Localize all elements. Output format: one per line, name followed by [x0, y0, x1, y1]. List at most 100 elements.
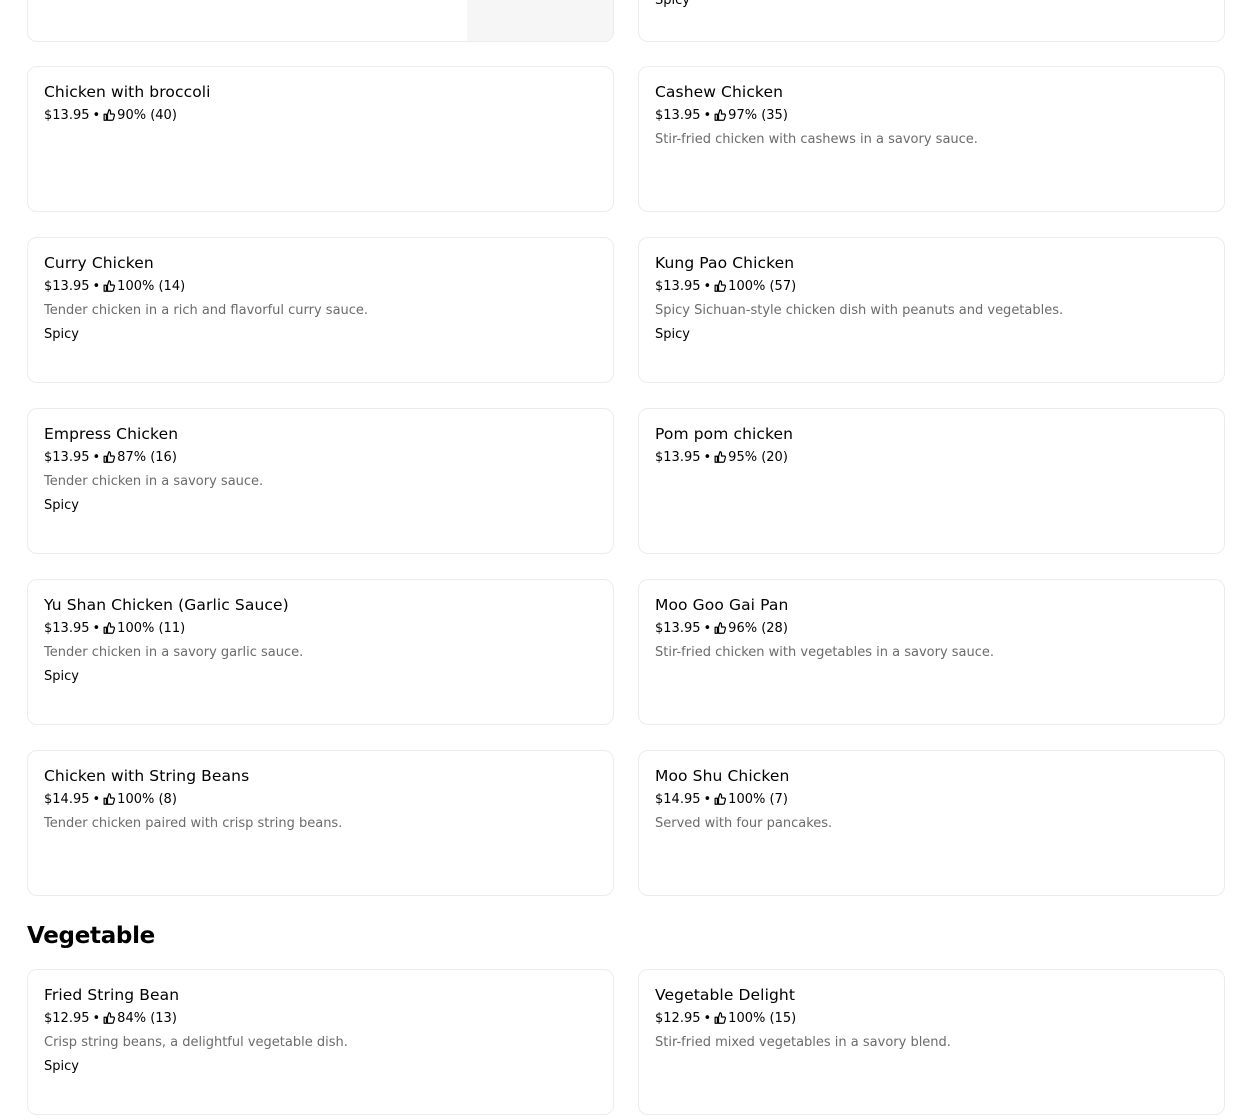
item-rating: 84% (13): [117, 1011, 177, 1026]
item-description: Crisp string beans, a delightful vegetab…: [44, 1035, 348, 1050]
item-price: $13.95: [655, 108, 701, 123]
item-meta: $12.95 • 84% (13): [44, 1011, 597, 1026]
item-price: $13.95: [655, 621, 701, 636]
item-name: Chicken with String Beans: [44, 767, 250, 785]
separator-dot: •: [703, 279, 712, 294]
thumbs-up-icon: [103, 108, 116, 121]
item-description: Stir-fried chicken with cashews in a sav…: [655, 132, 978, 147]
menu-item-body: Moo Shu Chicken $14.95 • 100% (7) Served wit…: [655, 767, 1208, 831]
menu-item-body: Fried String Bean $12.95 • 84% (13) Crisp st…: [44, 986, 597, 1074]
menu-item-body: Chicken with broccoli $13.95 • 90% (40): [44, 83, 597, 123]
item-rating: 100% (11): [117, 621, 186, 636]
menu-item-body: Cashew Chicken $13.95 • 97% (35) Stir-fried …: [655, 83, 1208, 147]
item-price: $12.95: [44, 1011, 90, 1026]
item-name: Vegetable Delight: [655, 986, 796, 1004]
menu-item-card[interactable]: Yu Shan Chicken (Garlic Sauce) $13.95 • 100…: [27, 579, 614, 725]
item-price: $13.95: [655, 279, 701, 294]
item-rating: 100% (14): [117, 279, 186, 294]
item-rating: 100% (15): [728, 1011, 797, 1026]
item-meta: $13.95 • 97% (35): [655, 108, 1208, 123]
section-heading-vegetable: Vegetable: [27, 923, 155, 949]
menu-item-body: Empress Chicken $13.95 • 87% (16) Tender chi…: [44, 425, 597, 513]
menu-item-card[interactable]: Curry Chicken $13.95 • 100% (14) Tender chic…: [27, 237, 614, 383]
item-price: $12.95: [655, 1011, 701, 1026]
thumbs-up-icon: [714, 450, 727, 463]
item-meta: $13.95 • 90% (40): [44, 108, 597, 123]
menu-item-card[interactable]: Kung Pao Chicken $13.95 • 100% (57) Spicy Si…: [638, 237, 1225, 383]
item-name: Fried String Bean: [44, 986, 180, 1004]
item-description: Tender chicken in a savory sauce.: [44, 474, 264, 489]
item-rating: 96% (28): [728, 621, 788, 636]
item-rating: 90% (40): [117, 108, 177, 123]
item-meta: $13.95 • 87% (16): [44, 450, 597, 465]
item-tag: Spicy: [655, 327, 690, 342]
menu-item-card[interactable]: Chicken with broccoli $13.95 • 90% (40): [27, 66, 614, 212]
item-tag: Spicy: [44, 669, 79, 684]
item-name: Pom pom chicken: [655, 425, 794, 443]
menu-item-card-partial-left[interactable]: [27, 0, 614, 42]
menu-item-body: Pom pom chicken $13.95 • 95% (20): [655, 425, 1208, 465]
item-meta: $13.95 • 100% (11): [44, 621, 597, 636]
separator-dot: •: [92, 279, 101, 294]
menu-item-body: Kung Pao Chicken $13.95 • 100% (57) Spicy Si…: [655, 254, 1208, 342]
menu-item-card[interactable]: Chicken with String Beans $14.95 • 100% (8)…: [27, 750, 614, 896]
item-name: Curry Chicken: [44, 254, 154, 272]
menu-item-body: Moo Goo Gai Pan $13.95 • 96% (28) Stir-fried…: [655, 596, 1208, 660]
item-tag: Spicy: [44, 498, 79, 513]
thumbs-up-icon: [714, 1011, 727, 1024]
separator-dot: •: [703, 450, 712, 465]
thumbs-up-icon: [103, 450, 116, 463]
item-name: Moo Goo Gai Pan: [655, 596, 789, 614]
item-price: $14.95: [655, 792, 701, 807]
menu-item-card[interactable]: Vegetable Delight $12.95 • 100% (15) Stir-fr…: [638, 969, 1225, 1115]
item-meta: $13.95 • 96% (28): [655, 621, 1208, 636]
item-meta: $13.95 • 95% (20): [655, 450, 1208, 465]
item-meta: $13.95 • 100% (14): [44, 279, 597, 294]
item-description: Served with four pancakes.: [655, 816, 833, 831]
menu-item-card[interactable]: Cashew Chicken $13.95 • 97% (35) Stir-fried …: [638, 66, 1225, 212]
menu-item-body: Yu Shan Chicken (Garlic Sauce) $13.95 • 100…: [44, 596, 597, 684]
thumbs-up-icon: [714, 108, 727, 121]
item-name: Moo Shu Chicken: [655, 767, 790, 785]
menu-item-card[interactable]: Empress Chicken $13.95 • 87% (16) Tender chi…: [27, 408, 614, 554]
item-price: $13.95: [44, 279, 90, 294]
separator-dot: •: [703, 1011, 712, 1026]
menu-item-card[interactable]: Moo Goo Gai Pan $13.95 • 96% (28) Stir-fried…: [638, 579, 1225, 725]
thumbs-up-icon: [103, 621, 116, 634]
item-description: Tender chicken in a savory garlic sauce.: [44, 645, 304, 660]
menu-item-card-partial-right[interactable]: Spicy: [638, 0, 1225, 42]
item-description: Tender chicken paired with crisp string …: [44, 816, 343, 831]
item-meta: $14.95 • 100% (7): [655, 792, 1208, 807]
item-description: Stir-fried chicken with vegetables in a …: [655, 645, 995, 660]
menu-item-image: [467, 0, 613, 41]
item-rating: 95% (20): [728, 450, 788, 465]
separator-dot: •: [703, 792, 712, 807]
item-meta: $14.95 • 100% (8): [44, 792, 597, 807]
menu-item-card[interactable]: Fried String Bean $12.95 • 84% (13) Crisp st…: [27, 969, 614, 1115]
item-price: $14.95: [44, 792, 90, 807]
item-tag: Spicy: [44, 327, 79, 342]
separator-dot: •: [92, 108, 101, 123]
item-description: Tender chicken in a rich and flavorful c…: [44, 303, 369, 318]
menu-item-card[interactable]: Pom pom chicken $13.95 • 95% (20): [638, 408, 1225, 554]
item-description: Stir-fried mixed vegetables in a savory …: [655, 1035, 951, 1050]
thumbs-up-icon: [714, 279, 727, 292]
thumbs-up-icon: [103, 1011, 116, 1024]
menu-item-card[interactable]: Moo Shu Chicken $14.95 • 100% (7) Served wit…: [638, 750, 1225, 896]
item-name: Yu Shan Chicken (Garlic Sauce): [44, 596, 289, 614]
separator-dot: •: [703, 621, 712, 636]
separator-dot: •: [92, 792, 101, 807]
separator-dot: •: [92, 1011, 101, 1026]
item-price: $13.95: [44, 621, 90, 636]
item-rating: 100% (7): [728, 792, 788, 807]
item-name: Empress Chicken: [44, 425, 179, 443]
item-meta: $13.95 • 100% (57): [655, 279, 1208, 294]
item-description: Spicy Sichuan-style chicken dish with pe…: [655, 303, 1064, 318]
item-tag: Spicy: [44, 1059, 79, 1074]
item-rating: 97% (35): [728, 108, 788, 123]
separator-dot: •: [92, 621, 101, 636]
menu-item-body: Curry Chicken $13.95 • 100% (14) Tender chic…: [44, 254, 597, 342]
item-name: Cashew Chicken: [655, 83, 784, 101]
item-name: Kung Pao Chicken: [655, 254, 795, 272]
menu-item-body: Vegetable Delight $12.95 • 100% (15) Stir-fr…: [655, 986, 1208, 1050]
